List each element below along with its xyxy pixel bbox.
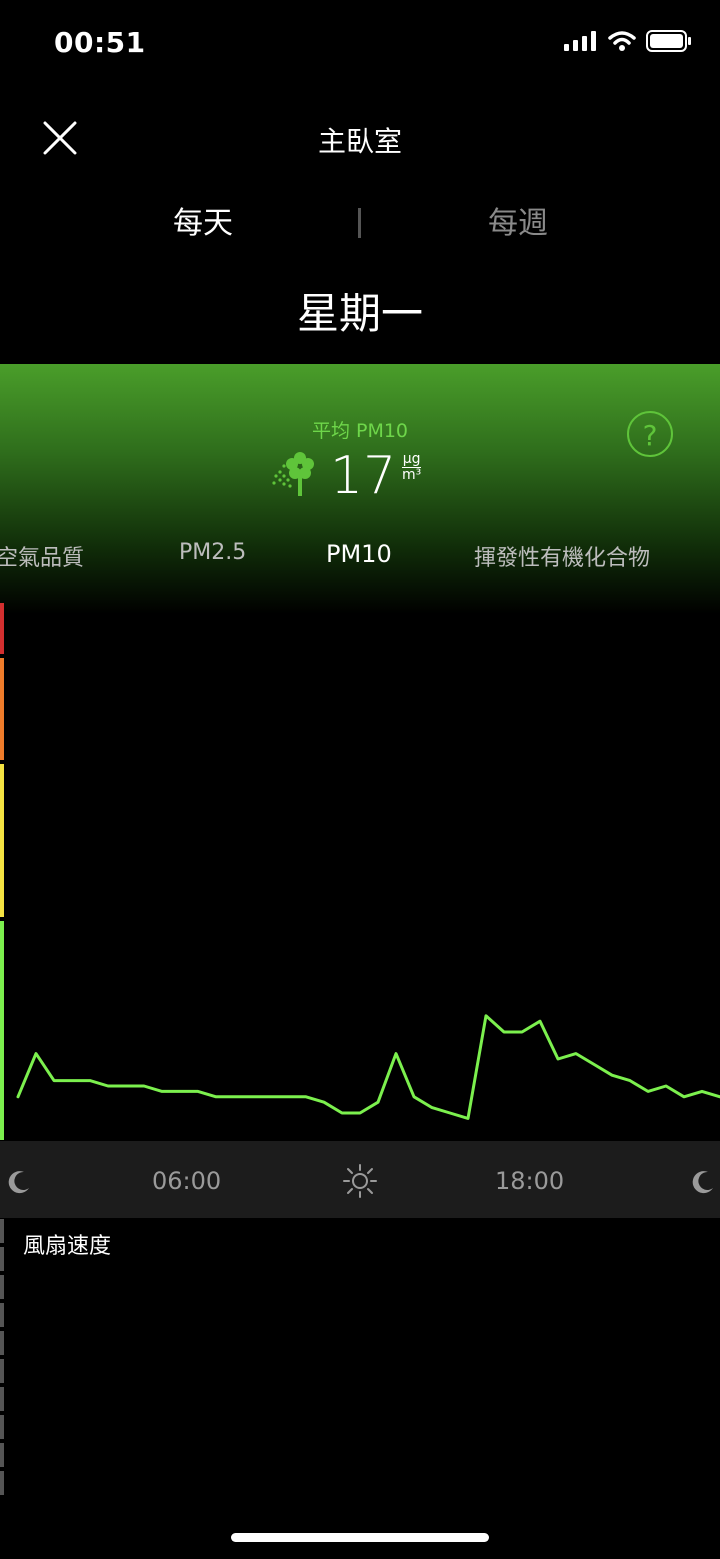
average-value: 17 [330,446,397,506]
wifi-icon [608,31,636,51]
fan-speed-tick [0,1471,4,1495]
time-axis: 06:00 18:00 [0,1141,720,1218]
tab-weekly[interactable]: 每週 [418,198,618,242]
help-button[interactable]: ? [627,411,673,457]
home-indicator[interactable] [231,1533,489,1542]
fan-speed-tick [0,1359,4,1383]
tick-1800: 18:00 [495,1167,565,1195]
pm10-chart [16,1014,720,1120]
status-icons [564,30,692,52]
fan-speed-tick [0,1219,4,1243]
tick-0600: 06:00 [152,1167,222,1195]
metric-tab-voc[interactable]: 揮發性有機化合物 [474,540,650,572]
room-title: 主臥室 [317,125,402,158]
fan-speed-tick [0,1443,4,1467]
fan-speed-tick [0,1303,4,1327]
unit-top: μg [402,451,422,468]
cellular-signal-icon [564,31,596,51]
pm10-icon [272,452,314,496]
day-title: 星期一 [296,289,423,338]
pm10-icon-wrap [270,448,322,508]
unit-bottom: m³ [402,467,422,483]
unit: μg m³ [402,451,422,483]
status-time: 00:51 [54,26,146,59]
moon-icon [692,1171,713,1194]
fan-speed-tick [0,1331,4,1355]
average-label: 平均 PM10 [311,420,409,442]
metric-tab-pm10[interactable]: PM10 [326,540,392,568]
tab-daily[interactable]: 每天 [103,198,303,242]
fan-speed-tick [0,1275,4,1299]
fan-speed-tick [0,1415,4,1439]
sun-icon [343,1164,377,1198]
fan-speed-tick [0,1387,4,1411]
moon-icon [8,1171,29,1194]
metric-tab-air-quality[interactable]: 空氣品質 [0,540,84,572]
pm10-series-line [16,1014,720,1120]
fan-speed-tick [0,1247,4,1271]
battery-icon [646,30,691,52]
tab-divider [358,208,361,238]
metric-tab-pm25[interactable]: PM2.5 [179,540,246,565]
fan-speed-label: 風扇速度 [23,1234,112,1259]
